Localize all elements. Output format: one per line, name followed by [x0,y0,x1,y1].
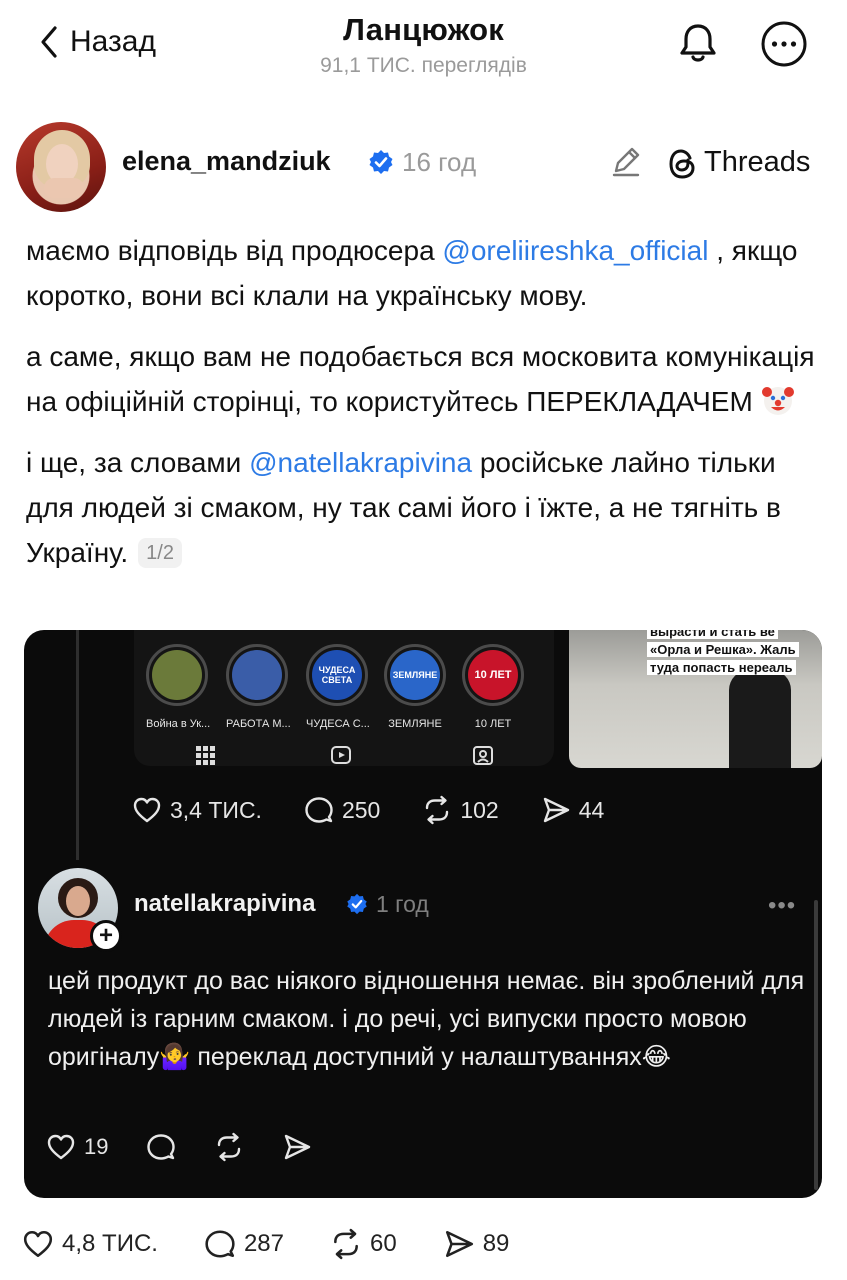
edit-pencil-icon[interactable] [610,144,642,178]
post-author-row: elena_mandziuk 16 год Threads [16,122,831,212]
comment-button[interactable]: 287 [204,1228,284,1260]
story-highlight[interactable]: 10 ЛЕТ 10 ЛЕТ [462,644,524,730]
story-thumb: ЗЕМЛЯНЕ [390,650,440,700]
repost-icon [218,1132,241,1162]
reply-repost-button[interactable] [214,1132,244,1162]
post-stats-row: 4,8 ТИС. 287 60 89 [22,1228,555,1260]
post-paragraph: маємо відповідь від продюсера @oreliires… [26,228,826,318]
comment-icon [147,1134,176,1160]
like-button[interactable]: 4,8 ТИС. [22,1228,158,1260]
reply-comment-button[interactable] [146,1132,176,1162]
video-thumbnail[interactable]: вырасти и стать ве «Орла и Решка». Жаль … [569,630,822,768]
comment-count: 250 [341,796,381,823]
repost-icon [426,795,449,825]
post-time: 16 год [402,147,477,177]
like-count: 4,8 ТИС. [62,1230,158,1257]
comment-icon [205,1230,235,1258]
post-paragraph: і ще, за словами @natellakrapivina росій… [26,440,826,575]
story-highlight[interactable]: ЗЕМЛЯНЕ ЗЕМЛЯНЕ [384,644,446,730]
story-label: Война в Ук... [146,718,211,730]
tagged-icon[interactable] [472,744,494,766]
clown-face-emoji-icon [761,387,794,415]
threads-logo-icon [669,149,695,179]
video-figure [729,670,791,768]
embed-stats-row: 3,4 ТИС. 250 102 44 [132,792,646,828]
video-caption-line: «Орла и Решка». Жаль [647,642,799,657]
more-options-icon[interactable] [760,20,808,68]
post-username[interactable]: elena_mandziuk [122,146,331,177]
video-caption-line: туда попасть нереаль [647,660,796,675]
story-highlight[interactable]: РАБОТА М... [226,644,291,730]
video-caption-line: вырасти и стать ве [647,630,778,639]
story-ring [226,644,288,706]
repost-count: 102 [460,796,499,823]
story-label: ЗЕМЛЯНЕ [388,718,442,730]
embedded-screenshot[interactable]: Война в Ук... РАБОТА М... ЧУДЕСА СВЕТА Ч… [24,630,822,1198]
send-icon [445,1230,473,1258]
post-text-segment: маємо відповідь від продюсера [26,235,443,266]
avatar-hand [44,178,84,198]
heart-icon [47,1134,75,1160]
reels-icon[interactable] [330,744,352,766]
mention-link[interactable]: @natellakrapivina [249,447,472,478]
story-highlight[interactable]: Война в Ук... [146,644,211,730]
story-thumb: 10 ЛЕТ [468,650,518,700]
like-button[interactable]: 3,4 ТИС. [132,795,262,825]
like-count: 3,4 ТИС. [170,796,262,823]
reply-time: 1 год [376,891,429,917]
threads-label[interactable]: Threads [704,146,810,179]
comment-button[interactable]: 250 [304,795,380,825]
post-text-segment: і ще, за словами [26,447,250,478]
repost-button[interactable]: 60 [330,1228,397,1260]
repost-button[interactable]: 102 [422,795,499,825]
story-thumb [232,650,282,700]
reply-stats-row: 19 [46,1132,350,1162]
comment-count: 287 [243,1230,284,1257]
send-icon [285,1134,311,1160]
avatar[interactable] [16,122,106,212]
story-ring: ЧУДЕСА СВЕТА [306,644,368,706]
share-count: 44 [578,796,605,823]
reply-avatar-face [66,886,90,916]
send-icon [543,797,569,823]
story-thumb [152,650,202,700]
reply-username[interactable]: natellakrapivina [134,890,315,918]
image-pager-badge: 1/2 [138,538,182,568]
profile-highlights-panel: Война в Ук... РАБОТА М... ЧУДЕСА СВЕТА Ч… [134,630,554,766]
verified-badge-icon [347,893,367,915]
story-ring: 10 ЛЕТ [462,644,524,706]
heart-icon [23,1230,53,1258]
story-label: ЧУДЕСА С... [306,718,370,730]
bell-icon[interactable] [675,20,721,66]
thread-connector-line [76,630,79,860]
story-label: 10 ЛЕТ [474,718,512,730]
top-bar: Назад Ланцюжок 91,1 ТИС. переглядів [0,0,847,100]
story-thumb: ЧУДЕСА СВЕТА [312,650,362,700]
share-count: 89 [482,1230,510,1257]
reply-like-count: 19 [84,1134,109,1159]
repost-icon [334,1228,358,1260]
follow-plus-icon[interactable]: + [90,920,122,952]
reply-like-button[interactable]: 19 [46,1132,108,1162]
grid-icon[interactable] [194,744,216,766]
reply-share-button[interactable] [282,1132,312,1162]
mention-link[interactable]: @oreliireshka_official [442,235,708,266]
profile-tab-icons [134,744,554,766]
story-ring: ЗЕМЛЯНЕ [384,644,446,706]
story-highlight[interactable]: ЧУДЕСА СВЕТА ЧУДЕСА С... [306,644,370,730]
reply-text: цей продукт до вас ніякого відношення не… [48,967,805,1071]
reply-more-icon[interactable]: ••• [768,892,796,920]
comment-icon [305,797,333,823]
repost-count: 60 [370,1230,397,1257]
share-button[interactable]: 89 [443,1228,510,1260]
post-body: маємо відповідь від продюсера @oreliires… [26,228,826,591]
heart-icon [133,797,161,823]
post-paragraph: а саме, якщо вам не подобається вся моск… [26,334,826,424]
post-text-segment: а саме, якщо вам не подобається вся моск… [26,341,815,417]
story-label: РАБОТА М... [226,718,291,730]
verified-badge-icon [369,150,393,174]
story-ring [146,644,208,706]
scrollbar[interactable] [814,900,818,1190]
share-button[interactable]: 44 [541,795,605,825]
